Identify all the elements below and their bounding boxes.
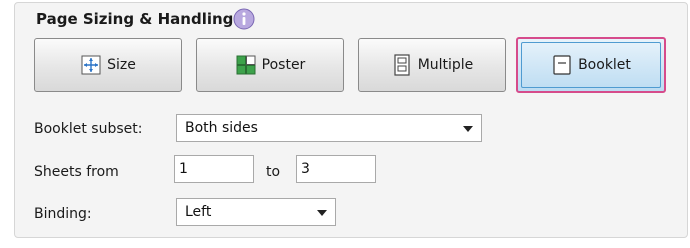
booklet-button-label: Booklet (578, 57, 631, 73)
binding-value: Left (185, 204, 212, 220)
poster-icon (236, 55, 256, 75)
sheets-to-label: to (266, 164, 281, 180)
size-button-label: Size (107, 57, 136, 73)
size-button[interactable]: Size (34, 38, 182, 92)
poster-button-label: Poster (261, 57, 306, 73)
multiple-button-label: Multiple (417, 57, 474, 73)
booklet-button-focus: Booklet (521, 42, 661, 88)
size-icon (81, 55, 101, 75)
sheets-to-input[interactable]: 3 (296, 155, 376, 183)
binding-label: Binding: (34, 206, 92, 222)
sheets-from-input[interactable]: 1 (174, 155, 254, 183)
booklet-button[interactable]: Booklet (516, 37, 666, 93)
section-title: Page Sizing & Handling (36, 10, 234, 28)
sheets-from-label: Sheets from (34, 164, 119, 180)
poster-button[interactable]: Poster (196, 38, 344, 92)
chevron-down-icon (463, 126, 473, 132)
booklet-subset-select[interactable]: Both sides (176, 114, 482, 142)
multiple-icon (394, 54, 410, 76)
booklet-icon (553, 55, 571, 75)
booklet-subset-value: Both sides (185, 120, 258, 136)
booklet-subset-label: Booklet subset: (34, 121, 143, 137)
chevron-down-icon (317, 210, 327, 216)
info-icon[interactable] (233, 8, 255, 30)
binding-select[interactable]: Left (176, 198, 336, 226)
multiple-button[interactable]: Multiple (358, 38, 506, 92)
